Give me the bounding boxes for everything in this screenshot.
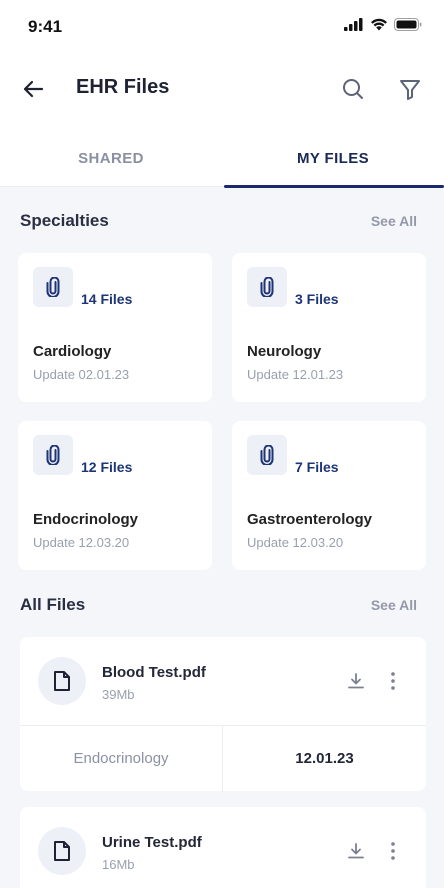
search-icon[interactable] <box>340 76 366 102</box>
specialty-card-neurology[interactable]: 3 Files Neurology Update 12.01.23 <box>232 253 426 402</box>
top-bar: 9:41 EHR Files SHARED MY FILES <box>0 0 444 188</box>
specialty-updated: Update 12.03.20 <box>33 535 130 550</box>
file-card-header: Blood Test.pdf 39Mb <box>20 637 426 725</box>
file-size: 16Mb <box>102 857 135 872</box>
all-files-header: All Files See All <box>0 595 444 619</box>
tab-my-files-label: MY FILES <box>296 150 370 167</box>
download-icon[interactable] <box>346 841 366 861</box>
tab-bar: SHARED MY FILES <box>0 140 444 188</box>
files-count: 3 Files <box>295 291 339 307</box>
specialties-header: Specialties See All <box>0 211 444 235</box>
more-vertical-icon[interactable] <box>386 670 400 692</box>
page-title: EHR Files <box>76 76 170 98</box>
battery-icon <box>394 18 422 31</box>
all-files-see-all-link[interactable]: See All <box>371 597 417 613</box>
specialty-card-endocrinology[interactable]: 12 Files Endocrinology Update 12.03.20 <box>18 421 212 570</box>
files-count: 7 Files <box>295 459 339 475</box>
specialties-see-all-link[interactable]: See All <box>371 213 417 229</box>
file-card-footer: Endocrinology 12.01.23 <box>20 725 426 792</box>
file-size: 39Mb <box>102 687 135 702</box>
file-card-header: Urine Test.pdf 16Mb <box>20 807 426 888</box>
status-icons <box>344 18 422 31</box>
paperclip-icon <box>33 435 73 475</box>
active-tab-indicator <box>224 185 444 188</box>
file-date: 12.01.23 <box>295 750 354 767</box>
app-header: EHR Files <box>0 64 444 114</box>
file-card-urine-test[interactable]: Urine Test.pdf 16Mb <box>20 807 426 888</box>
specialty-updated: Update 12.01.23 <box>247 367 344 382</box>
download-icon[interactable] <box>346 671 366 691</box>
document-icon <box>38 657 86 705</box>
files-count: 12 Files <box>81 459 133 475</box>
file-name: Urine Test.pdf <box>102 834 202 851</box>
status-time: 9:41 <box>28 17 63 36</box>
paperclip-icon <box>247 267 287 307</box>
more-vertical-icon[interactable] <box>386 840 400 862</box>
specialty-name: Gastroenterology <box>247 511 373 528</box>
cellular-signal-icon <box>344 18 363 31</box>
specialty-updated: Update 12.03.20 <box>247 535 344 550</box>
file-card-blood-test[interactable]: Blood Test.pdf 39Mb Endocrinology 12.01.… <box>20 637 426 792</box>
paperclip-icon <box>33 267 73 307</box>
specialty-name: Neurology <box>247 343 322 360</box>
file-category: Endocrinology <box>20 726 223 792</box>
status-bar: 9:41 <box>0 0 444 52</box>
specialty-name: Cardiology <box>33 343 112 360</box>
specialties-title: Specialties <box>20 211 109 230</box>
tab-shared[interactable]: SHARED <box>0 140 222 187</box>
specialty-updated: Update 02.01.23 <box>33 367 130 382</box>
specialty-name: Endocrinology <box>33 511 138 528</box>
document-icon <box>38 827 86 875</box>
arrow-left-icon[interactable] <box>20 76 46 102</box>
tab-shared-label: SHARED <box>78 150 144 167</box>
filter-icon[interactable] <box>397 76 423 102</box>
files-count: 14 Files <box>81 291 133 307</box>
specialty-card-gastroenterology[interactable]: 7 Files Gastroenterology Update 12.03.20 <box>232 421 426 570</box>
file-name: Blood Test.pdf <box>102 664 206 681</box>
wifi-icon <box>371 18 387 31</box>
tab-my-files[interactable]: MY FILES <box>222 140 444 188</box>
all-files-title: All Files <box>20 595 86 614</box>
paperclip-icon <box>247 435 287 475</box>
specialty-card-cardiology[interactable]: 14 Files Cardiology Update 02.01.23 <box>18 253 212 402</box>
